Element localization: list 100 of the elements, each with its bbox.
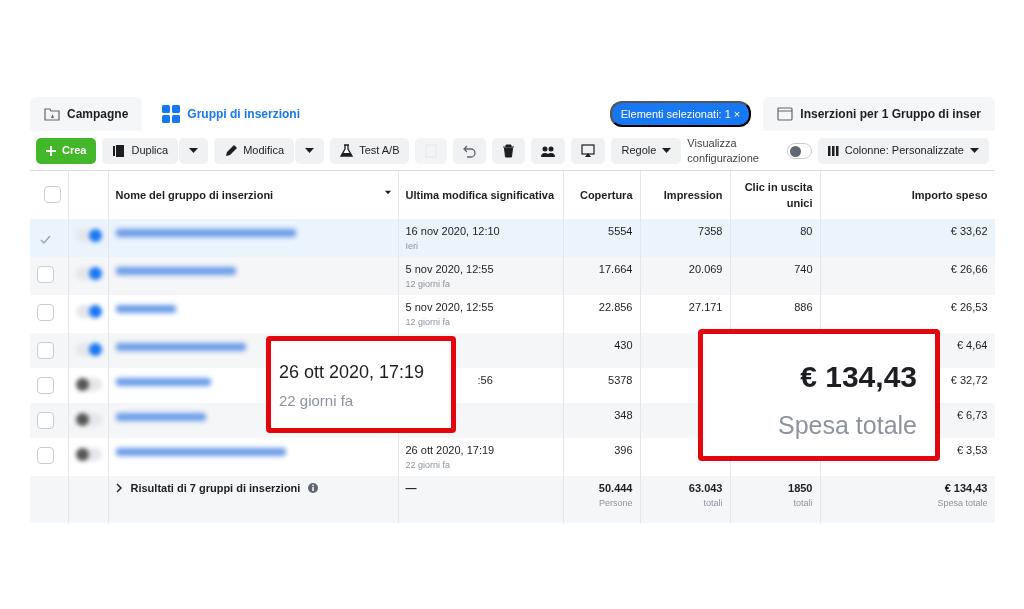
- table-cell: € 4,64: [956, 339, 988, 351]
- total-value: € 134,43: [944, 482, 988, 494]
- selection-badge[interactable]: Elementi selezionati: 1 ×: [609, 100, 752, 128]
- select-all-checkbox[interactable]: [43, 186, 61, 204]
- table-cell: 740: [794, 263, 813, 275]
- columns-button[interactable]: Colonne: Personalizzate: [817, 137, 989, 164]
- trash-icon: [502, 143, 516, 158]
- status-toggle[interactable]: [75, 413, 102, 426]
- table-cell: 5378: [608, 374, 633, 386]
- column-header[interactable]: Copertura: [570, 186, 633, 204]
- dropdown-button[interactable]: [295, 137, 325, 164]
- table-cell: 27.171: [688, 301, 723, 313]
- grid-icon: [162, 105, 181, 123]
- status-toggle[interactable]: [75, 378, 102, 391]
- edit-button[interactable]: Modifica: [214, 137, 295, 164]
- flask-icon: [340, 144, 354, 157]
- status-toggle[interactable]: [75, 229, 102, 242]
- people-icon: [541, 144, 556, 157]
- dropdown-button[interactable]: [179, 137, 209, 164]
- audience-button[interactable]: [531, 137, 566, 164]
- caret-icon: [189, 148, 199, 153]
- tab[interactable]: Inserzioni per 1 Gruppo di inser: [763, 97, 995, 131]
- pencil-icon: [224, 144, 238, 157]
- table-cell: 396: [614, 444, 633, 456]
- table-cell: € 26,53: [950, 301, 988, 313]
- window-icon: [777, 106, 794, 122]
- callout-value: € 134,43: [800, 359, 917, 395]
- date-text: :56: [476, 374, 493, 386]
- row-checkbox[interactable]: [37, 447, 54, 464]
- undo-icon: [463, 143, 477, 158]
- table-cell: € 26,66: [950, 263, 988, 275]
- status-toggle[interactable]: [75, 267, 102, 280]
- tab[interactable]: Campagne: [30, 97, 143, 131]
- ab-test-button[interactable]: Test A/B: [330, 137, 410, 164]
- table-cell: 7358: [698, 225, 723, 237]
- time-ago-text: Ieri: [405, 239, 419, 253]
- total-unit: Spesa totale: [936, 496, 988, 510]
- folder-icon: [44, 106, 60, 122]
- callout-caption: 22 giorni fa: [279, 391, 354, 411]
- time-ago-text: 12 giorni fa: [405, 315, 452, 329]
- blurred-name[interactable]: [115, 229, 296, 237]
- table-cell: € 32,72: [950, 374, 988, 386]
- table-cell: € 6,73: [956, 409, 988, 421]
- column-header[interactable]: Nome del gruppo di inserzioni: [115, 188, 274, 201]
- blurred-name[interactable]: [115, 305, 176, 313]
- total-unit: Persone: [597, 496, 633, 510]
- copy-icon: [112, 143, 126, 158]
- table-cell: 348: [614, 409, 633, 421]
- rules-button[interactable]: Regole: [611, 137, 682, 164]
- blurred-name[interactable]: [115, 343, 246, 351]
- row-checkbox[interactable]: [37, 377, 54, 394]
- column-header[interactable]: Clic in uscita unici: [737, 178, 813, 212]
- time-ago-text: 22 giorni fa: [405, 458, 452, 472]
- row-checkbox[interactable]: [37, 412, 54, 429]
- status-toggle[interactable]: [75, 305, 102, 318]
- blurred-name[interactable]: [115, 448, 286, 456]
- column-header[interactable]: Impression: [647, 186, 723, 204]
- caret-icon: [305, 148, 315, 153]
- row-checkbox[interactable]: [37, 304, 54, 321]
- date-text: 26 ott 2020, 17:19: [405, 444, 495, 456]
- screen-icon: [581, 143, 596, 158]
- undo-button[interactable]: [453, 137, 487, 164]
- row-checkbox[interactable]: [37, 342, 54, 359]
- total-unit: totali: [792, 496, 813, 510]
- table-cell: 80: [800, 225, 813, 237]
- total-unit: totali: [702, 496, 723, 510]
- caret-icon: [384, 190, 391, 196]
- table-cell: 20.069: [688, 263, 723, 275]
- table-cell: € 3,53: [956, 444, 988, 456]
- preview-button[interactable]: [571, 137, 606, 164]
- callout-caption: Spesa totale: [778, 410, 917, 441]
- blurred-name[interactable]: [115, 378, 211, 386]
- table-cell: 17.664: [598, 263, 633, 275]
- date-text: 5 nov 2020, 12:55: [405, 263, 494, 275]
- delete-button[interactable]: [492, 137, 526, 164]
- blurred-name[interactable]: [115, 267, 236, 275]
- results-summary: Risultati di 7 gruppi di inserzioni: [130, 481, 301, 496]
- chevron-icon: [115, 483, 123, 494]
- table-cell: 886: [794, 301, 813, 313]
- caret-icon: [970, 148, 979, 153]
- toggle-switch[interactable]: [787, 142, 812, 159]
- table-cell: —: [405, 482, 417, 494]
- date-text: 16 nov 2020, 12:10: [405, 225, 500, 237]
- status-toggle[interactable]: [75, 448, 102, 461]
- total-value: 63.043: [688, 482, 723, 494]
- info-icon: [308, 483, 319, 494]
- time-ago-text: 12 giorni fa: [405, 277, 452, 291]
- caret-icon: [662, 148, 672, 153]
- column-header[interactable]: Ultima modifica significativa: [405, 186, 556, 204]
- duplicate-button[interactable]: Duplica: [102, 137, 179, 164]
- table-cell: € 33,62: [950, 225, 988, 237]
- blurred-name[interactable]: [115, 413, 206, 421]
- table-cell: 430: [614, 339, 633, 351]
- callout-value: 26 ott 2020, 17:19: [279, 361, 425, 384]
- column-header[interactable]: Importo speso: [827, 186, 988, 204]
- total-value: 50.444: [598, 482, 633, 494]
- toggle-label: Visualizza configurazione: [687, 136, 760, 165]
- row-checkbox[interactable]: [37, 266, 54, 283]
- columns-icon: [827, 145, 839, 156]
- status-toggle[interactable]: [75, 343, 102, 356]
